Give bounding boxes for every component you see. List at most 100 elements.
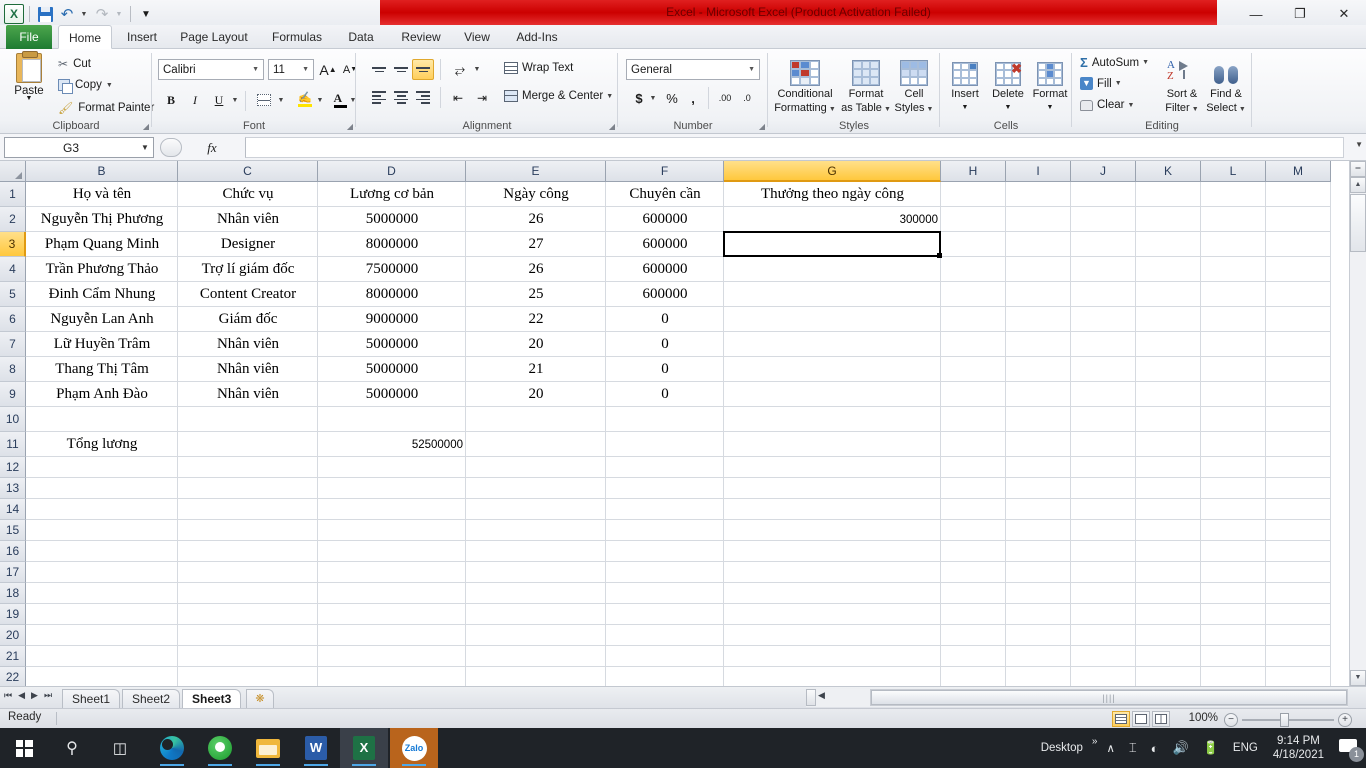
- column-header-k[interactable]: K: [1136, 161, 1201, 182]
- taskbar-app-edge[interactable]: [148, 728, 196, 768]
- font-name-select[interactable]: Calibri ▼: [158, 59, 264, 80]
- currency-button[interactable]: $: [630, 87, 648, 109]
- cell-C4[interactable]: Trợ lí giám đốc: [178, 257, 318, 282]
- column-header-g[interactable]: G: [724, 161, 941, 182]
- decrease-decimal-button[interactable]: .0: [736, 87, 758, 109]
- battery-icon[interactable]: 🔋: [1196, 740, 1226, 756]
- row-header-7[interactable]: 7: [0, 332, 26, 357]
- row-header-18[interactable]: 18: [0, 583, 26, 604]
- cell-D5[interactable]: 8000000: [318, 282, 466, 307]
- zoom-level[interactable]: 100%: [1189, 712, 1218, 724]
- cell-B2[interactable]: Nguyễn Thị Phương: [26, 207, 178, 232]
- cell-E2[interactable]: 26: [466, 207, 606, 232]
- row-header-2[interactable]: 2: [0, 207, 26, 232]
- tab-file[interactable]: File: [6, 25, 52, 49]
- column-header-h[interactable]: H: [941, 161, 1006, 182]
- cell-D8[interactable]: 5000000: [318, 357, 466, 382]
- column-header-c[interactable]: C: [178, 161, 318, 182]
- cell-B3[interactable]: Phạm Quang Minh: [26, 232, 178, 257]
- desktop-label[interactable]: Desktop: [1034, 742, 1090, 754]
- cell-header-e[interactable]: Ngày công: [466, 182, 606, 207]
- prev-sheet-icon[interactable]: ◀: [18, 690, 25, 701]
- align-top-button[interactable]: [368, 59, 390, 80]
- last-sheet-icon[interactable]: ⏭: [44, 690, 52, 701]
- cell-C8[interactable]: Nhân viên: [178, 357, 318, 382]
- row-header-9[interactable]: 9: [0, 382, 26, 407]
- cell-E8[interactable]: 21: [466, 357, 606, 382]
- chevron-down-icon[interactable]: ▼: [137, 143, 153, 152]
- row-header-16[interactable]: 16: [0, 541, 26, 562]
- column-header-l[interactable]: L: [1201, 161, 1266, 182]
- increase-decimal-button[interactable]: .00: [714, 87, 736, 109]
- column-header-i[interactable]: I: [1006, 161, 1071, 182]
- clock[interactable]: 9:14 PM 4/18/2021: [1265, 734, 1332, 762]
- cell-D2[interactable]: 5000000: [318, 207, 466, 232]
- row-header-14[interactable]: 14: [0, 499, 26, 520]
- tab-add-ins[interactable]: Add-Ins: [506, 25, 568, 49]
- vertical-scrollbar[interactable]: ═ ▲ ▼: [1349, 161, 1366, 686]
- align-center-button[interactable]: [390, 87, 412, 108]
- volume-icon[interactable]: 🔊: [1166, 740, 1196, 756]
- row-header-13[interactable]: 13: [0, 478, 26, 499]
- window-minimize-button[interactable]: —: [1234, 0, 1278, 28]
- vertical-scroll-thumb[interactable]: [1350, 194, 1366, 252]
- next-sheet-icon[interactable]: ▶: [31, 690, 38, 701]
- row-header-5[interactable]: 5: [0, 282, 26, 307]
- cell-D3[interactable]: 8000000: [318, 232, 466, 257]
- cell-E9[interactable]: 20: [466, 382, 606, 407]
- search-button[interactable]: ⚲: [48, 728, 96, 768]
- tray-overflow-icon[interactable]: »: [1090, 736, 1100, 747]
- column-header-b[interactable]: B: [26, 161, 178, 182]
- sheet-tab-sheet2[interactable]: Sheet2: [122, 689, 181, 709]
- cell-styles-button[interactable]: Cell Styles ▼: [890, 52, 938, 116]
- column-header-e[interactable]: E: [466, 161, 606, 182]
- first-sheet-icon[interactable]: ⏮: [4, 690, 12, 701]
- format-painter-button[interactable]: 🖌 Format Painter: [58, 101, 154, 115]
- row-header-21[interactable]: 21: [0, 646, 26, 667]
- task-view-button[interactable]: ◫: [96, 728, 144, 768]
- cell-F9[interactable]: 0: [606, 382, 724, 407]
- row-header-12[interactable]: 12: [0, 457, 26, 478]
- fill-color-dropdown-icon[interactable]: ▼: [315, 89, 326, 111]
- percent-style-button[interactable]: %: [662, 87, 682, 109]
- scroll-up-icon[interactable]: ▲: [1350, 177, 1366, 193]
- number-dialog-launcher[interactable]: ◢: [759, 122, 765, 131]
- clipboard-dialog-launcher[interactable]: ◢: [143, 122, 149, 131]
- cell-header-f[interactable]: Chuyên cần: [606, 182, 724, 207]
- redo-icon[interactable]: ↷: [92, 4, 112, 24]
- font-color-button[interactable]: A: [330, 89, 350, 111]
- alignment-dialog-launcher[interactable]: ◢: [609, 122, 615, 131]
- comma-style-button[interactable]: ,: [684, 87, 702, 109]
- tab-formulas[interactable]: Formulas: [262, 25, 332, 49]
- tab-review[interactable]: Review: [392, 25, 450, 49]
- expand-formula-bar-icon[interactable]: ▼: [1355, 140, 1363, 149]
- underline-button[interactable]: U: [208, 89, 230, 111]
- cell-F3[interactable]: 600000: [606, 232, 724, 257]
- fill-handle[interactable]: [937, 253, 942, 258]
- horizontal-scrollbar[interactable]: ◀ ||||: [806, 689, 1348, 707]
- font-size-select[interactable]: 11 ▼: [268, 59, 314, 80]
- start-button[interactable]: [0, 728, 48, 768]
- row-header-20[interactable]: 20: [0, 625, 26, 646]
- cell-B9[interactable]: Phạm Anh Đào: [26, 382, 178, 407]
- cell-C9[interactable]: Nhân viên: [178, 382, 318, 407]
- row-header-15[interactable]: 15: [0, 520, 26, 541]
- cut-button[interactable]: ✂ Cut: [58, 57, 91, 71]
- cell-D4[interactable]: 7500000: [318, 257, 466, 282]
- horizontal-scroll-track[interactable]: ||||: [870, 689, 1348, 706]
- cell-F5[interactable]: 600000: [606, 282, 724, 307]
- increase-indent-button[interactable]: ⇥: [470, 87, 494, 108]
- window-restore-button[interactable]: ❐: [1278, 0, 1322, 28]
- autosum-button[interactable]: Σ AutoSum ▼: [1080, 55, 1149, 70]
- save-icon[interactable]: [35, 4, 55, 24]
- bold-button[interactable]: B: [160, 89, 182, 111]
- cell-header-g[interactable]: Thưởng theo ngày công: [724, 182, 941, 207]
- column-header-f[interactable]: F: [606, 161, 724, 182]
- taskbar-app-browser[interactable]: [196, 728, 244, 768]
- cell-C7[interactable]: Nhân viên: [178, 332, 318, 357]
- italic-button[interactable]: I: [184, 89, 206, 111]
- language-indicator[interactable]: ENG: [1226, 742, 1265, 754]
- row-header-3[interactable]: 3: [0, 232, 26, 257]
- decrease-indent-button[interactable]: ⇤: [446, 87, 470, 108]
- underline-dropdown-icon[interactable]: ▼: [230, 89, 241, 111]
